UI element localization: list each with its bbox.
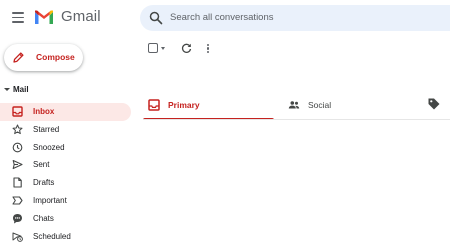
main-menu-icon[interactable] xyxy=(10,9,26,25)
sidebar-item-scheduled[interactable]: Scheduled xyxy=(0,228,131,246)
sidebar-item-chats[interactable]: Chats xyxy=(0,210,131,228)
top-bar: Gmail Search all conversations xyxy=(0,0,450,36)
sidebar-item-inbox[interactable]: Inbox xyxy=(0,103,131,121)
sidebar-item-starred[interactable]: Starred xyxy=(0,121,131,139)
search-bar[interactable]: Search all conversations xyxy=(140,5,450,31)
sidebar-item-label: Sent xyxy=(33,160,50,170)
refresh-icon[interactable] xyxy=(181,43,192,54)
mail-section-label: Mail xyxy=(13,85,29,94)
sidebar-item-label: Snoozed xyxy=(33,142,65,152)
select-all-checkbox[interactable] xyxy=(148,43,158,53)
gmail-logo-icon xyxy=(35,10,53,24)
app-name: Gmail xyxy=(61,8,101,25)
sidebar-item-important[interactable]: Important xyxy=(0,192,131,210)
tab-primary[interactable]: Primary xyxy=(143,90,275,120)
important-icon xyxy=(12,196,23,205)
search-icon[interactable] xyxy=(149,11,163,25)
search-input[interactable]: Search all conversations xyxy=(170,12,274,23)
sidebar-item-sent[interactable]: Sent xyxy=(0,156,131,174)
sidebar-item-label: Scheduled xyxy=(33,231,71,241)
sidebar-item-label: Drafts xyxy=(33,178,55,188)
caret-down-icon xyxy=(4,88,10,91)
send-icon xyxy=(12,160,23,170)
tabs-divider xyxy=(143,119,450,120)
compose-button[interactable]: Compose xyxy=(4,44,83,71)
draft-icon xyxy=(13,177,22,188)
star-icon xyxy=(12,124,23,134)
sidebar-nav: Inbox Starred Snoozed Sent Drafts Import… xyxy=(0,103,132,245)
mail-section-toggle[interactable]: Mail xyxy=(3,84,123,98)
sidebar-item-label: Starred xyxy=(33,124,60,134)
clock-icon xyxy=(12,142,23,152)
sidebar-item-label: Chats xyxy=(33,213,54,223)
more-options-icon[interactable] xyxy=(206,43,210,54)
compose-label: Compose xyxy=(36,52,75,62)
pencil-icon xyxy=(13,52,24,63)
inbox-icon xyxy=(12,106,23,117)
tab-label: Primary xyxy=(168,100,200,110)
sidebar-item-label: Important xyxy=(33,195,67,205)
tab-social[interactable]: Social xyxy=(283,90,423,120)
chat-icon xyxy=(13,213,22,224)
inbox-tab-icon xyxy=(148,99,160,111)
sidebar-item-label: Inbox xyxy=(33,107,55,116)
sidebar-item-drafts[interactable]: Drafts xyxy=(0,174,131,192)
select-dropdown-icon[interactable] xyxy=(161,47,165,50)
tab-label: Social xyxy=(308,100,332,110)
sidebar-item-snoozed[interactable]: Snoozed xyxy=(0,139,131,157)
people-icon xyxy=(288,101,300,109)
scheduled-icon xyxy=(12,232,23,242)
tag-icon[interactable] xyxy=(427,97,441,111)
